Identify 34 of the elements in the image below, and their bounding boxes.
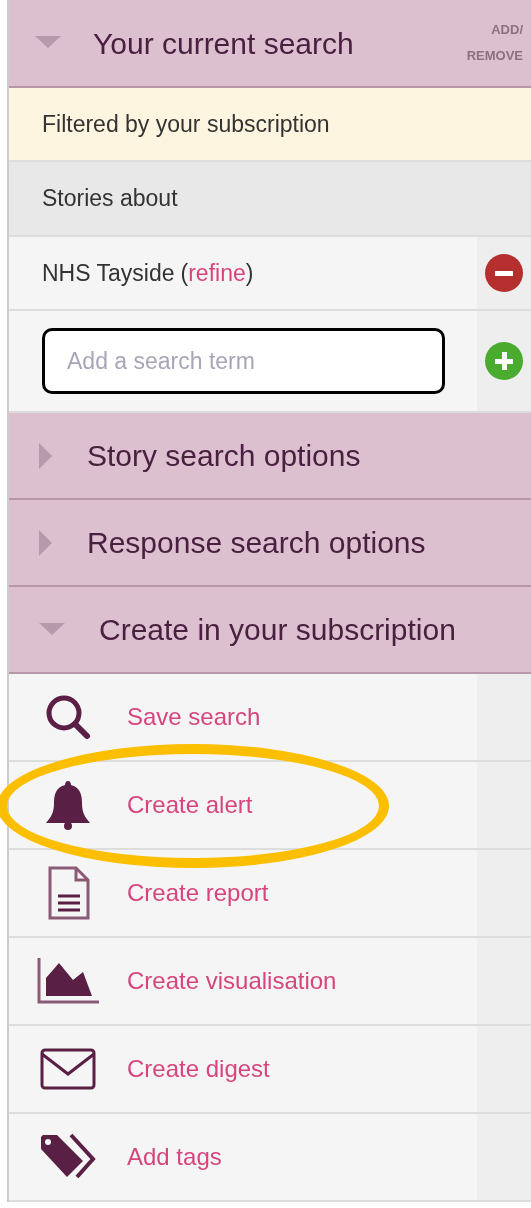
filter-note: Filtered by your subscription: [42, 109, 330, 139]
action-row[interactable]: Create digest: [9, 1026, 477, 1112]
section-header[interactable]: Response search options: [9, 500, 531, 587]
section-title: Response search options: [87, 525, 426, 561]
remove-button[interactable]: [485, 254, 523, 292]
action-link[interactable]: Create alert: [127, 787, 253, 823]
action-link[interactable]: Create visualisation: [127, 963, 337, 999]
section-title: Story search options: [87, 438, 361, 474]
envelope-icon: [40, 1048, 96, 1090]
action-link[interactable]: Save search: [127, 699, 261, 735]
stories-label: Stories about: [42, 184, 178, 214]
action-row[interactable]: Add tags: [9, 1114, 477, 1200]
add-button[interactable]: [485, 342, 523, 380]
triangle-right-icon[interactable]: [39, 442, 53, 469]
refine-link[interactable]: (refine): [180, 255, 254, 291]
triangle-right-icon[interactable]: [39, 529, 53, 556]
triangle-down-icon[interactable]: [39, 622, 65, 637]
area-chart-icon: [37, 958, 99, 1004]
action-row[interactable]: Create alert: [9, 762, 477, 848]
action-row[interactable]: Create visualisation: [9, 938, 477, 1024]
add-remove-label: ADD/ REMOVE: [465, 21, 523, 65]
section-header[interactable]: Create in your subscription: [9, 587, 531, 674]
search-term: NHS Tayside: [42, 258, 175, 288]
triangle-down-icon[interactable]: [35, 36, 61, 50]
action-link[interactable]: Create digest: [127, 1051, 270, 1087]
action-row[interactable]: Create report: [9, 850, 477, 936]
action-link[interactable]: Create report: [127, 875, 269, 911]
section-title: Create in your subscription: [99, 612, 456, 648]
search-term-input[interactable]: Add a search term: [42, 328, 445, 394]
action-link[interactable]: Add tags: [127, 1139, 222, 1175]
panel-title: Your current search: [93, 25, 355, 62]
action-row[interactable]: Save search: [9, 674, 477, 760]
section-header[interactable]: Story search options: [9, 413, 531, 500]
tags-icon: [39, 1133, 97, 1181]
